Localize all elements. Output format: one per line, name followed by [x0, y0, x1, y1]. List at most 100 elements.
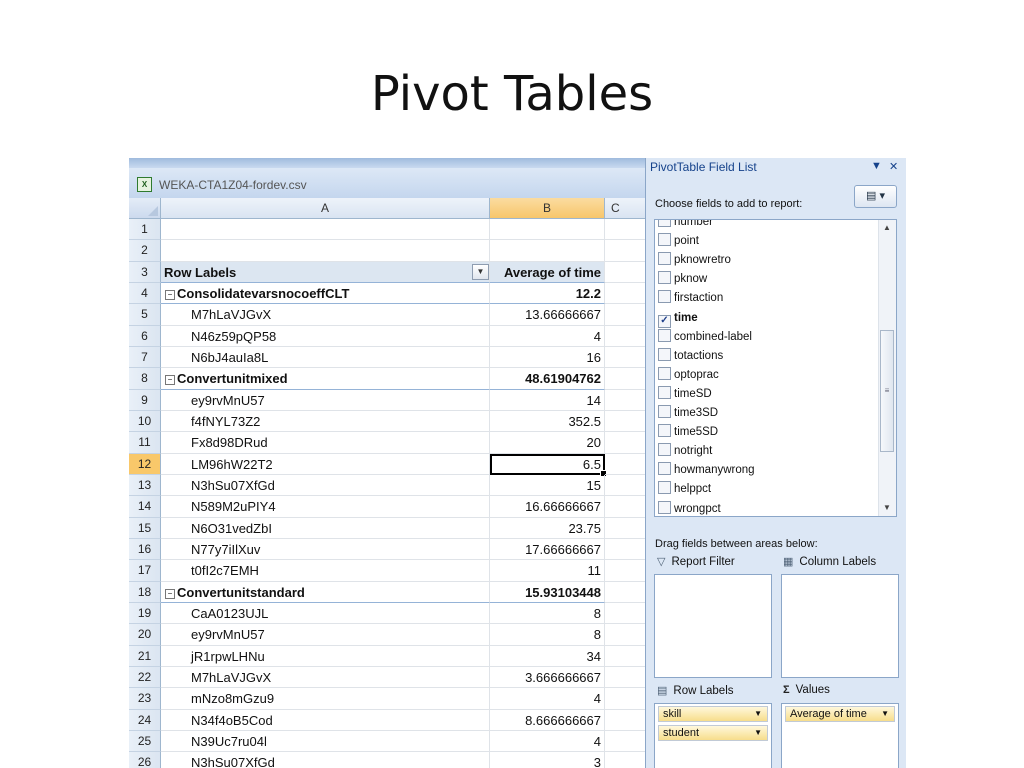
- cell-a[interactable]: [161, 219, 490, 241]
- pane-dropdown-icon[interactable]: ▼: [871, 160, 882, 172]
- cell-b[interactable]: 48.61904762: [490, 368, 605, 390]
- cell-a[interactable]: N589M2uPIY4: [161, 496, 490, 518]
- cell-c[interactable]: [605, 518, 647, 539]
- cell-c[interactable]: [605, 411, 647, 433]
- cell-c[interactable]: [605, 454, 647, 475]
- scroll-thumb[interactable]: ≡: [880, 330, 894, 452]
- field-layout-button[interactable]: ▤ ▾: [854, 185, 897, 208]
- cell-a[interactable]: M7hLaVJGvX: [161, 666, 490, 689]
- cell-c[interactable]: [605, 219, 647, 241]
- field-checkbox[interactable]: [658, 328, 671, 342]
- report-filter-area[interactable]: [654, 574, 772, 678]
- row-number[interactable]: 6: [129, 325, 161, 347]
- cell-a[interactable]: Row Labels ▼: [161, 261, 490, 283]
- cell-a[interactable]: N6bJ4auIa8L: [161, 346, 490, 369]
- row-number[interactable]: 26: [129, 752, 161, 768]
- cell-c[interactable]: [605, 432, 647, 454]
- row-number[interactable]: 8: [129, 368, 161, 390]
- cell-b[interactable]: 4: [490, 688, 605, 710]
- column-header-b[interactable]: B: [490, 198, 605, 219]
- field-checkbox[interactable]: [658, 424, 671, 438]
- cell-b[interactable]: 3.666666667: [490, 666, 605, 689]
- row-number[interactable]: 22: [129, 666, 161, 689]
- values-area[interactable]: Average of time ▼: [781, 703, 899, 768]
- pane-close-icon[interactable]: ✕: [889, 160, 898, 173]
- row-number[interactable]: 19: [129, 602, 161, 625]
- field-item-notright[interactable]: notright: [658, 442, 712, 461]
- field-checkbox[interactable]: [658, 462, 671, 476]
- chip-dropdown-icon[interactable]: ▼: [881, 707, 889, 721]
- field-item-firstaction[interactable]: firstaction: [658, 289, 723, 308]
- field-item-pknowretro[interactable]: pknowretro: [658, 251, 731, 270]
- cell-b[interactable]: 12.2: [490, 282, 605, 305]
- cell-b[interactable]: 4: [490, 325, 605, 347]
- cell-c[interactable]: [605, 582, 647, 603]
- row-number[interactable]: 15: [129, 517, 161, 539]
- cell-b[interactable]: 8: [490, 624, 605, 646]
- cell-a[interactable]: N77y7iIlXuv: [161, 538, 490, 561]
- cell-a[interactable]: jR1rpwLHNu: [161, 645, 490, 667]
- row-number[interactable]: 18: [129, 581, 161, 603]
- field-checkbox[interactable]: [658, 347, 671, 361]
- cell-b[interactable]: 34: [490, 645, 605, 667]
- cell-c[interactable]: [605, 731, 647, 753]
- cell-c[interactable]: [605, 347, 647, 369]
- cell-b[interactable]: Average of time: [490, 261, 605, 283]
- value-field-chip-average-of-time[interactable]: Average of time ▼: [785, 706, 895, 722]
- cell-b[interactable]: 16.66666667: [490, 496, 605, 518]
- field-checkbox[interactable]: [658, 252, 671, 266]
- cell-a[interactable]: t0fI2c7EMH: [161, 560, 490, 582]
- collapse-icon[interactable]: −: [165, 375, 175, 386]
- cell-b[interactable]: 3: [490, 752, 605, 768]
- row-number[interactable]: 9: [129, 389, 161, 411]
- field-checkbox[interactable]: [658, 233, 671, 247]
- cell-c[interactable]: [605, 646, 647, 667]
- column-labels-area[interactable]: [781, 574, 899, 678]
- cell-b[interactable]: 4: [490, 730, 605, 753]
- cell-a[interactable]: N34f4oB5Cod: [161, 709, 490, 731]
- field-checkbox[interactable]: [658, 443, 671, 457]
- collapse-icon[interactable]: −: [165, 289, 175, 300]
- cell-a[interactable]: N39Uc7ru04l: [161, 730, 490, 753]
- field-item-number[interactable]: number: [658, 220, 713, 232]
- cell-b[interactable]: 17.66666667: [490, 538, 605, 561]
- field-checkbox[interactable]: [658, 290, 671, 304]
- field-checkbox[interactable]: ✓: [658, 314, 671, 328]
- column-header-a[interactable]: A: [161, 198, 490, 219]
- cell-a[interactable]: − ConsolidatevarsnocoeffCLT: [161, 282, 490, 305]
- row-number[interactable]: 20: [129, 624, 161, 646]
- cell-a[interactable]: N6O31vedZbI: [161, 517, 490, 539]
- field-checkbox[interactable]: [658, 385, 671, 399]
- field-item-howmanywrong[interactable]: howmanywrong: [658, 461, 755, 480]
- chip-dropdown-icon[interactable]: ▼: [754, 726, 762, 740]
- row-number[interactable]: 2: [129, 240, 161, 262]
- active-cell[interactable]: 6.5: [490, 453, 607, 478]
- cell-a[interactable]: − Convertunitstandard: [161, 581, 490, 603]
- row-number[interactable]: 23: [129, 688, 161, 710]
- cell-c[interactable]: [605, 240, 647, 262]
- field-checkbox[interactable]: [658, 481, 671, 495]
- row-number[interactable]: 3: [129, 261, 161, 283]
- cell-c[interactable]: [605, 667, 647, 689]
- cell-c[interactable]: [605, 624, 647, 646]
- row-field-chip-student[interactable]: student ▼: [658, 725, 768, 741]
- scroll-down-icon[interactable]: ▼: [879, 500, 895, 516]
- cell-b[interactable]: 8: [490, 602, 605, 625]
- field-checkbox[interactable]: [658, 271, 671, 285]
- field-checkbox[interactable]: [658, 405, 671, 418]
- field-item-pknow[interactable]: pknow: [658, 270, 707, 289]
- field-checkbox[interactable]: [658, 366, 671, 380]
- cell-a[interactable]: f4fNYL73Z2: [161, 410, 490, 433]
- cell-c[interactable]: [605, 283, 647, 305]
- cell-c[interactable]: [605, 603, 647, 625]
- cell-a[interactable]: mNzo8mGzu9: [161, 688, 490, 710]
- cell-b[interactable]: 20: [490, 432, 605, 454]
- field-item-combined-label[interactable]: combined-label: [658, 328, 752, 347]
- cell-c[interactable]: [605, 496, 647, 518]
- chip-dropdown-icon[interactable]: ▼: [754, 707, 762, 721]
- field-item-optoprac[interactable]: optoprac: [658, 366, 719, 385]
- row-labels-filter-icon[interactable]: ▼: [472, 263, 489, 280]
- cell-c[interactable]: [605, 368, 647, 390]
- cell-c[interactable]: [605, 539, 647, 561]
- field-list-scrollbar[interactable]: ▲ ≡ ▼: [878, 220, 896, 516]
